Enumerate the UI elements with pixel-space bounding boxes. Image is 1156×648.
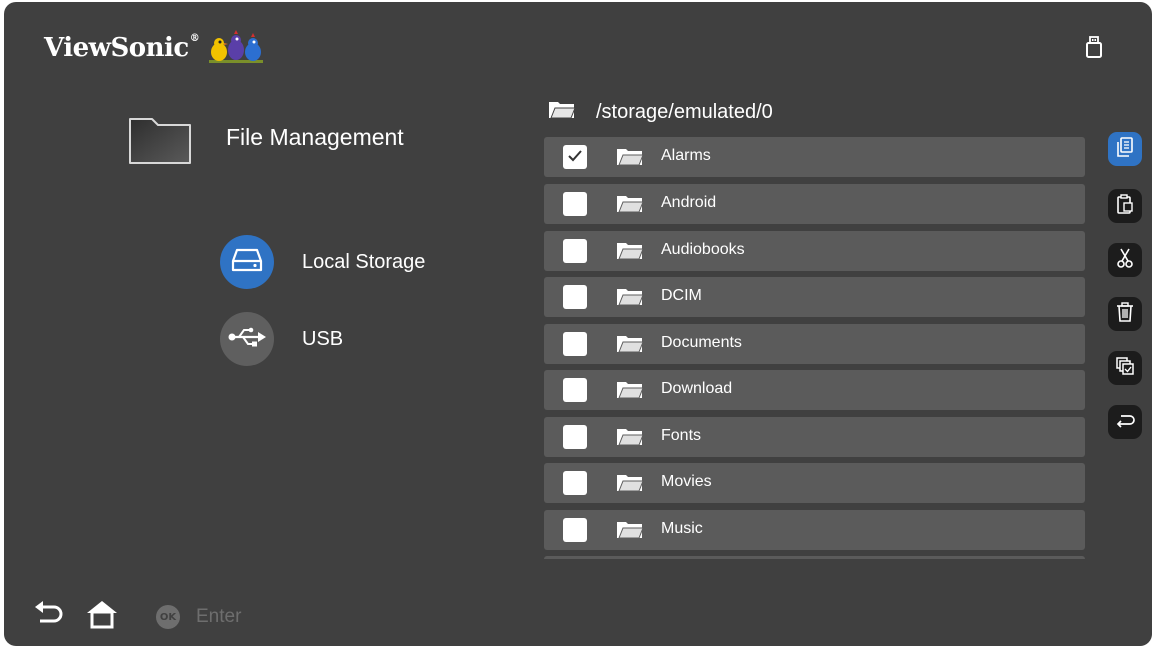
list-item[interactable]: Android xyxy=(544,184,1085,224)
folder-icon xyxy=(616,288,644,310)
checkbox[interactable] xyxy=(563,285,587,309)
return-icon xyxy=(1115,411,1135,433)
item-name: Download xyxy=(661,380,733,397)
folder-icon xyxy=(128,115,192,169)
list-item[interactable]: Fonts xyxy=(544,417,1085,457)
checkbox[interactable] xyxy=(563,425,587,449)
list-item[interactable]: DCIM xyxy=(544,277,1085,317)
source-label: USB xyxy=(302,327,344,350)
item-name: DCIM xyxy=(661,287,702,304)
item-name: Movies xyxy=(661,473,712,490)
folder-icon xyxy=(616,148,644,170)
item-name: Alarms xyxy=(661,147,711,164)
checkbox[interactable] xyxy=(563,471,587,495)
folder-icon xyxy=(616,242,644,264)
folder-icon xyxy=(616,335,644,357)
paste-button[interactable] xyxy=(1108,189,1142,223)
current-path: /storage/emulated/0 xyxy=(596,100,773,123)
hard-drive-icon xyxy=(231,248,263,276)
brand-logo: ViewSonic® xyxy=(44,30,265,66)
item-name: Documents xyxy=(661,334,742,351)
folder-icon xyxy=(616,195,644,217)
folder-icon xyxy=(616,521,644,543)
scissors-icon xyxy=(1116,248,1134,272)
page-title: File Management xyxy=(226,124,404,150)
list-item[interactable]: Music xyxy=(544,510,1085,550)
source-icon-circle xyxy=(220,312,274,366)
list-item[interactable]: Download xyxy=(544,370,1085,410)
checkbox[interactable] xyxy=(563,145,587,169)
item-name: Android xyxy=(661,194,717,211)
list-item[interactable]: Alarms xyxy=(544,137,1085,177)
copy-icon xyxy=(1116,137,1134,161)
folder-icon xyxy=(616,381,644,403)
breadcrumb: /storage/emulated/0 xyxy=(548,100,773,124)
list-item-partial[interactable] xyxy=(544,556,1085,559)
checkbox[interactable] xyxy=(563,332,587,356)
brand-name: ViewSonic® xyxy=(44,33,200,63)
file-list[interactable]: Alarms Android Audiobooks DCIM Documents… xyxy=(544,135,1085,559)
source-local-storage[interactable]: Local Storage xyxy=(220,235,425,289)
source-icon-circle xyxy=(220,235,274,289)
checkbox[interactable] xyxy=(563,518,587,542)
tv-screen: ViewSonic® File Management Local Storage… xyxy=(4,2,1152,646)
cut-button[interactable] xyxy=(1108,243,1142,277)
folder-icon xyxy=(548,100,576,124)
birds-logo-icon xyxy=(207,30,265,66)
copy-button[interactable] xyxy=(1108,132,1142,166)
item-name: Audiobooks xyxy=(661,241,745,258)
list-item[interactable]: Documents xyxy=(544,324,1085,364)
enter-label: Enter xyxy=(196,606,242,627)
source-usb[interactable]: USB xyxy=(220,312,343,366)
home-icon xyxy=(86,599,118,633)
home-button[interactable] xyxy=(86,599,118,633)
item-name: Music xyxy=(661,520,703,537)
usb-stick-icon xyxy=(1086,36,1102,62)
checkbox[interactable] xyxy=(563,192,587,216)
list-item[interactable]: Movies xyxy=(544,463,1085,503)
folder-icon xyxy=(616,428,644,450)
source-label: Local Storage xyxy=(302,250,426,273)
enter-hint: OK Enter xyxy=(156,605,241,629)
back-button[interactable] xyxy=(34,599,64,629)
checkbox[interactable] xyxy=(563,378,587,402)
back-arrow-icon xyxy=(34,599,64,629)
folder-icon xyxy=(616,474,644,496)
ok-button-icon: OK xyxy=(156,605,180,629)
list-item[interactable]: Audiobooks xyxy=(544,231,1085,271)
delete-button[interactable] xyxy=(1108,297,1142,331)
trash-icon xyxy=(1116,302,1134,326)
paste-icon xyxy=(1116,194,1134,218)
item-name: Fonts xyxy=(661,427,702,444)
select-all-icon xyxy=(1116,356,1134,380)
select-all-button[interactable] xyxy=(1108,351,1142,385)
return-button[interactable] xyxy=(1108,405,1142,439)
usb-symbol-icon xyxy=(227,326,267,352)
check-icon xyxy=(568,150,582,162)
checkbox[interactable] xyxy=(563,239,587,263)
